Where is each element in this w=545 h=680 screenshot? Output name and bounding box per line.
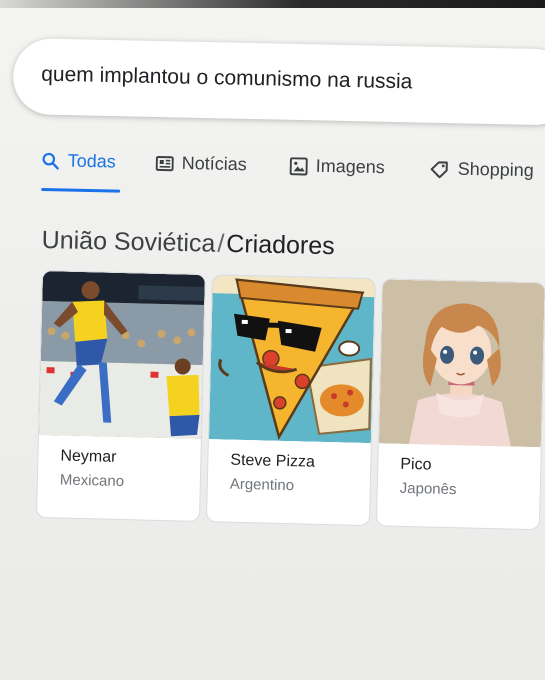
search-icon xyxy=(42,151,60,170)
news-icon xyxy=(155,155,174,171)
search-input[interactable]: quem implantou o comunismo na russia xyxy=(41,63,413,95)
tag-icon xyxy=(430,160,450,178)
tab-label: Notícias xyxy=(181,152,247,175)
entity-link[interactable]: União Soviética xyxy=(41,226,215,258)
cartoon-pizza-with-sunglasses xyxy=(208,275,375,444)
tab-todas[interactable]: Todas xyxy=(42,150,116,173)
carousel-card[interactable]: Neymar Mexicano xyxy=(35,270,206,522)
result-tabs: Todas Notícias Imagens Shopping xyxy=(41,150,545,211)
card-title: Pico xyxy=(400,455,432,474)
knowledge-title: União Soviética/Criadores xyxy=(41,226,335,261)
image-icon xyxy=(289,156,308,176)
tab-label: Shopping xyxy=(457,158,534,181)
card-title: Steve Pizza xyxy=(230,451,316,471)
creators-carousel: Neymar Mexicano Steve Pizza Argentino Pi… xyxy=(35,270,545,574)
tab-imagens[interactable]: Imagens xyxy=(289,155,385,178)
tab-label: Imagens xyxy=(315,155,385,178)
card-subtitle: Mexicano xyxy=(59,471,125,491)
anime-character-drawing xyxy=(378,279,545,448)
card-subtitle: Argentino xyxy=(229,475,295,495)
carousel-card[interactable]: Pico Japonês xyxy=(375,278,545,531)
carousel-card[interactable]: Steve Pizza Argentino xyxy=(205,274,376,527)
attribute-label: Criadores xyxy=(226,229,335,261)
soccer-player-photo xyxy=(38,271,205,439)
tab-shopping[interactable]: Shopping xyxy=(429,158,534,181)
search-bar[interactable]: quem implantou o comunismo na russia xyxy=(12,38,545,126)
card-subtitle: Japonês xyxy=(399,479,457,499)
title-separator: / xyxy=(217,229,225,258)
monitor-edge xyxy=(0,0,545,8)
active-tab-indicator xyxy=(41,187,121,193)
card-title: Neymar xyxy=(60,447,117,466)
search-results-screen: quem implantou o comunismo na russia Tod… xyxy=(0,0,545,680)
tab-label: Todas xyxy=(67,150,117,172)
tab-noticias[interactable]: Notícias xyxy=(155,152,247,175)
